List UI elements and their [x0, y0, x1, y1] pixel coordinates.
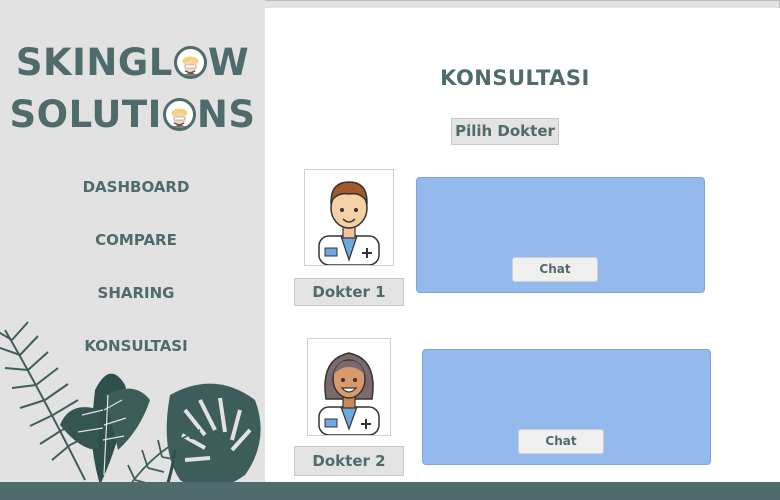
male-doctor-icon — [318, 181, 380, 265]
nav-item-compare[interactable]: COMPARE — [0, 231, 265, 249]
doctor-2-chat-card: Chat — [422, 349, 711, 465]
doctor-2-avatar — [307, 338, 391, 436]
sidebar: SKINGL W SOLUTI NS DASHBOARD COMPARE SHA… — [0, 0, 265, 500]
brand-line-1: SKINGL W — [0, 44, 265, 81]
brand-line-2: SOLUTI NS — [0, 96, 265, 133]
tropical-leaves-decoration — [0, 321, 261, 500]
nav-item-dashboard[interactable]: DASHBOARD — [0, 178, 265, 196]
brand-text-part: SOLUTI — [9, 93, 162, 136]
doctor-1-chat-button[interactable]: Chat — [512, 257, 598, 282]
female-doctor-icon — [318, 352, 380, 435]
page-title: KONSULTASI — [440, 66, 590, 90]
doctor-2-label: Dokter 2 — [294, 446, 404, 476]
bottom-bar — [0, 482, 780, 500]
doctor-1-chat-card: Chat — [416, 177, 705, 293]
doctor-1-avatar — [304, 169, 394, 266]
pilih-dokter-button[interactable]: Pilih Dokter — [451, 118, 559, 145]
brand-text-part: W — [207, 41, 250, 84]
brand-text-part: SKINGL — [15, 41, 173, 84]
face-mask-icon — [173, 46, 207, 79]
main-panel: KONSULTASI Pilih Dokter Dokter 1 Chat Do… — [265, 8, 780, 482]
face-mask-icon — [162, 98, 196, 131]
doctor-1-label: Dokter 1 — [294, 278, 404, 306]
doctor-2-chat-button[interactable]: Chat — [518, 429, 604, 454]
brand-text-part: NS — [196, 93, 256, 136]
